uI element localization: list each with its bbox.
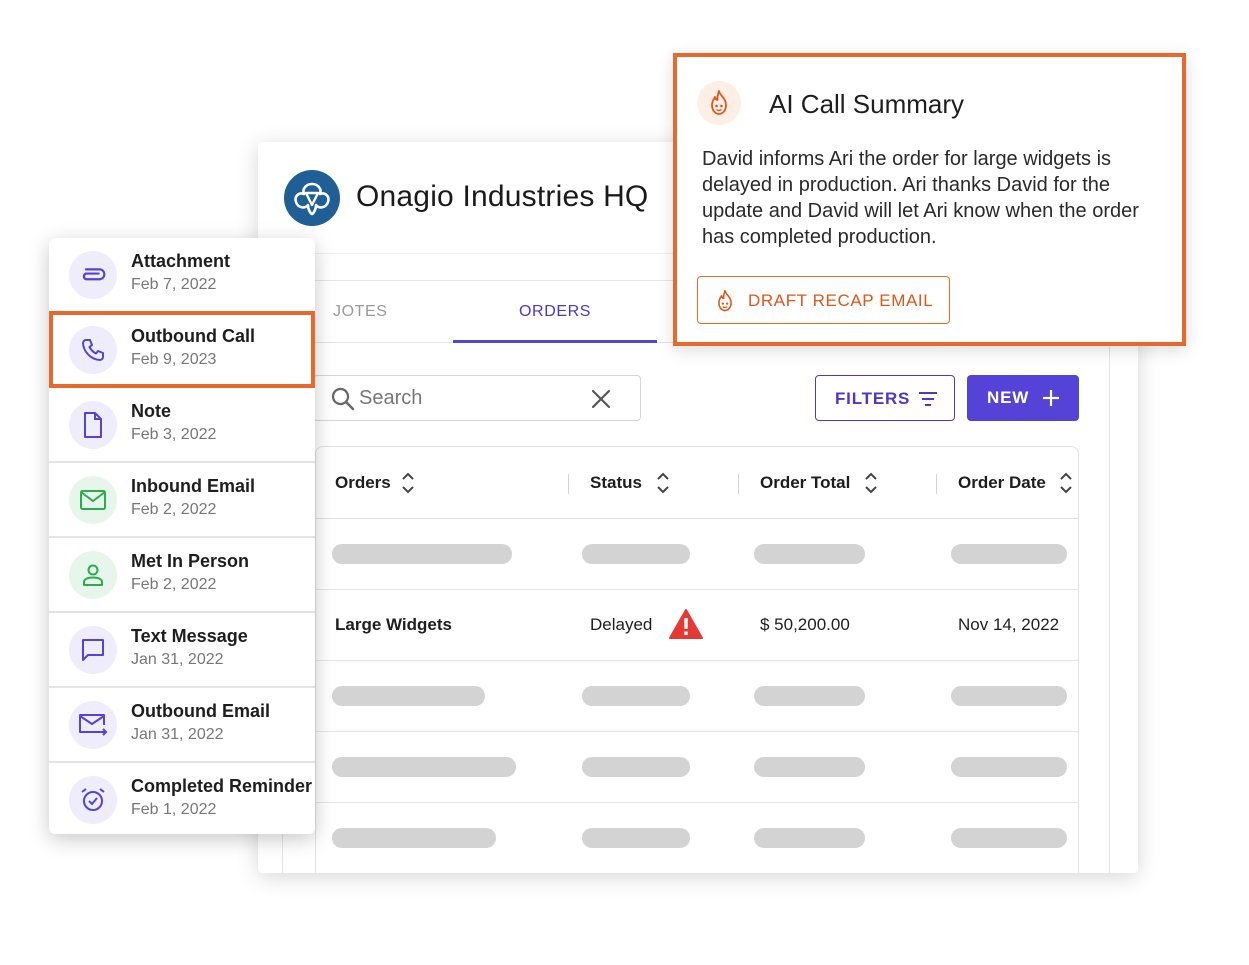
order-name: Large Widgets bbox=[335, 615, 452, 634]
activity-item-outbound-email[interactable]: Outbound Email Jan 31, 2022 bbox=[49, 688, 315, 763]
skeleton-cell bbox=[332, 686, 485, 706]
orders-table: Orders Status Order Total Order Date Lar… bbox=[315, 446, 1079, 873]
activity-item-attachment[interactable]: Attachment Feb 7, 2022 bbox=[49, 238, 315, 313]
new-button[interactable]: NEW bbox=[967, 375, 1079, 421]
activity-date: Feb 3, 2022 bbox=[131, 426, 217, 443]
selected-activity-highlight bbox=[49, 311, 315, 388]
mail-icon bbox=[69, 476, 117, 524]
skeleton-cell bbox=[582, 757, 690, 777]
activity-title: Met In Person bbox=[131, 551, 250, 571]
skeleton-cell bbox=[754, 757, 865, 777]
skeleton-cell bbox=[951, 686, 1067, 706]
activity-date: Jan 31, 2022 bbox=[131, 651, 224, 668]
search-input[interactable]: Search bbox=[313, 375, 641, 421]
table-header: Orders Status Order Total Order Date bbox=[316, 447, 1078, 519]
table-row-placeholder bbox=[316, 803, 1078, 873]
plus-icon bbox=[1043, 390, 1059, 406]
order-status: Delayed bbox=[590, 615, 653, 634]
skeleton-cell bbox=[332, 757, 516, 777]
draft-recap-email-button[interactable]: DRAFT RECAP EMAIL bbox=[697, 276, 950, 324]
ai-assistant-avatar bbox=[697, 81, 741, 125]
skeleton-cell bbox=[754, 544, 865, 564]
skeleton-cell bbox=[582, 686, 690, 706]
activity-title: Completed Reminder bbox=[131, 776, 313, 796]
filters-label: FILTERS bbox=[835, 389, 911, 408]
column-header-status[interactable]: Status bbox=[590, 473, 642, 493]
draft-recap-email-label: DRAFT RECAP EMAIL bbox=[748, 291, 934, 310]
trefoil-logo-icon bbox=[294, 182, 330, 216]
person-icon bbox=[69, 551, 117, 599]
tab-jotes[interactable]: JOTES bbox=[333, 303, 388, 321]
column-header-order-date[interactable]: Order Date bbox=[958, 473, 1046, 493]
filter-lines-icon bbox=[919, 392, 937, 406]
order-total: $ 50,200.00 bbox=[760, 615, 850, 634]
skeleton-cell bbox=[754, 828, 865, 848]
skeleton-cell bbox=[582, 828, 690, 848]
activity-title: Outbound Email bbox=[131, 701, 270, 721]
sort-icon[interactable] bbox=[400, 469, 416, 497]
chat-bubble-icon bbox=[69, 626, 117, 674]
table-row-placeholder bbox=[316, 519, 1078, 590]
activity-item-inbound-email[interactable]: Inbound Email Feb 2, 2022 bbox=[49, 463, 315, 538]
sort-icon[interactable] bbox=[1058, 469, 1074, 497]
mail-send-icon bbox=[69, 701, 117, 749]
search-placeholder: Search bbox=[359, 387, 423, 409]
company-logo bbox=[284, 170, 340, 226]
company-name: Onagio Industries HQ bbox=[356, 180, 649, 213]
document-icon bbox=[69, 401, 117, 449]
sort-icon[interactable] bbox=[863, 469, 879, 497]
active-tab-indicator bbox=[453, 340, 657, 343]
skeleton-cell bbox=[951, 828, 1067, 848]
ai-summary-title: AI Call Summary bbox=[769, 89, 965, 119]
table-row-placeholder bbox=[316, 661, 1078, 732]
activity-item-completed-reminder[interactable]: Completed Reminder Feb 1, 2022 bbox=[49, 763, 315, 838]
activity-title: Text Message bbox=[131, 626, 248, 646]
activity-date: Feb 7, 2022 bbox=[131, 276, 217, 293]
skeleton-cell bbox=[754, 686, 865, 706]
column-header-order-total[interactable]: Order Total bbox=[760, 473, 850, 493]
skeleton-cell bbox=[332, 828, 496, 848]
ai-call-summary-card: AI Call Summary David informs Ari the or… bbox=[673, 53, 1186, 346]
skeleton-cell bbox=[951, 757, 1067, 777]
orders-panel: JOTES ORDERS Search FILTERS NEW Orders S… bbox=[282, 280, 1110, 873]
table-row[interactable]: Large Widgets Delayed $ 50,200.00 Nov 14… bbox=[316, 590, 1078, 661]
activity-date: Feb 2, 2022 bbox=[131, 576, 217, 593]
activity-date: Jan 31, 2022 bbox=[131, 726, 224, 743]
activity-date: Feb 2, 2022 bbox=[131, 501, 217, 518]
activity-item-text-message[interactable]: Text Message Jan 31, 2022 bbox=[49, 613, 315, 688]
warning-icon bbox=[669, 609, 703, 639]
column-separator bbox=[936, 474, 937, 494]
paperclip-icon bbox=[69, 251, 117, 299]
ai-flame-icon bbox=[718, 289, 732, 312]
alarm-check-icon bbox=[69, 776, 117, 824]
activity-title: Attachment bbox=[131, 251, 231, 271]
tab-orders[interactable]: ORDERS bbox=[519, 303, 591, 321]
activity-item-note[interactable]: Note Feb 3, 2022 bbox=[49, 388, 315, 463]
close-icon[interactable] bbox=[590, 388, 612, 410]
activity-item-met-in-person[interactable]: Met In Person Feb 2, 2022 bbox=[49, 538, 315, 613]
activity-title: Note bbox=[131, 401, 171, 421]
order-date: Nov 14, 2022 bbox=[958, 615, 1060, 634]
filters-button[interactable]: FILTERS bbox=[815, 375, 955, 421]
ai-summary-text: David informs Ari the order for large wi… bbox=[702, 148, 1139, 248]
sort-icon[interactable] bbox=[655, 469, 671, 497]
search-icon bbox=[331, 387, 355, 411]
column-separator bbox=[738, 474, 739, 494]
activity-date: Feb 1, 2022 bbox=[131, 801, 217, 818]
new-label: NEW bbox=[987, 388, 1030, 407]
activity-title: Inbound Email bbox=[131, 476, 255, 496]
column-header-orders[interactable]: Orders bbox=[335, 473, 391, 493]
skeleton-cell bbox=[582, 544, 690, 564]
table-row-placeholder bbox=[316, 732, 1078, 803]
skeleton-cell bbox=[951, 544, 1067, 564]
ai-flame-icon bbox=[711, 90, 727, 115]
skeleton-cell bbox=[332, 544, 512, 564]
column-separator bbox=[568, 474, 569, 494]
